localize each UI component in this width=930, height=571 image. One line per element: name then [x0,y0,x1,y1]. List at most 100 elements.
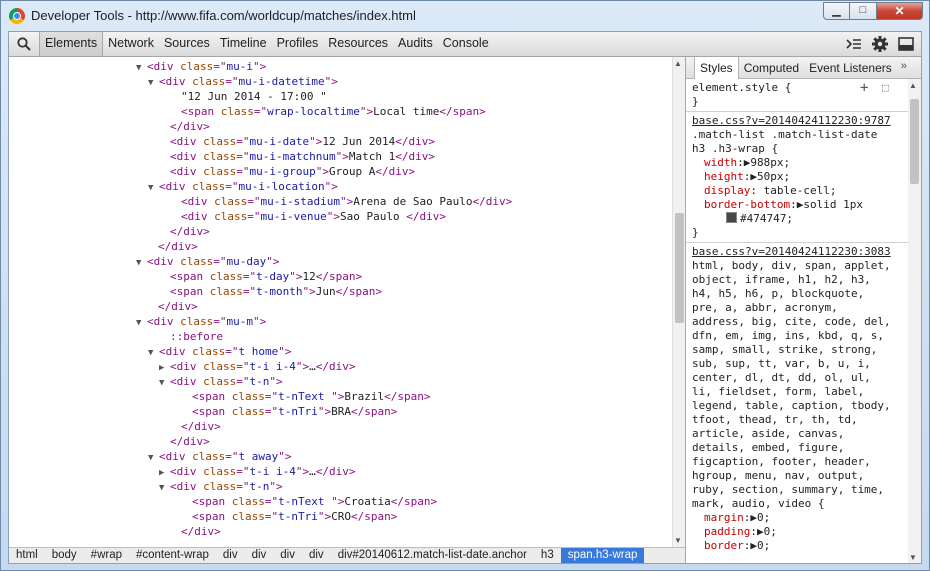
attr-value: t-nTri [278,405,318,418]
dom-node-row[interactable]: </div> [147,299,198,314]
more-tabs-icon[interactable]: » [897,57,911,78]
tab-resources[interactable]: Resources [323,32,393,56]
breadcrumb-item[interactable]: h3 [534,548,561,563]
toggle-element-state-icon[interactable]: ⬚ [882,81,889,95]
dom-node-row[interactable]: <span class="wrap-localtime">Local time<… [170,104,486,119]
breadcrumb-item[interactable]: div [302,548,331,563]
dock-icon[interactable] [897,35,915,53]
tab-timeline[interactable]: Timeline [215,32,272,56]
scroll-up-icon[interactable]: ▲ [909,81,917,90]
dom-node-row[interactable]: <span class="t-nText ">Brazil</span> [181,389,430,404]
tab-profiles[interactable]: Profiles [272,32,324,56]
scroll-up-icon[interactable]: ▲ [674,59,682,68]
tag-markup: "> [269,480,283,493]
tab-audits[interactable]: Audits [393,32,438,56]
color-swatch[interactable] [726,212,737,223]
dom-node-row[interactable]: </div> [159,434,210,449]
tab-sources[interactable]: Sources [159,32,215,56]
dom-node-row[interactable]: </div> [159,119,210,134]
tag-markup: =" [225,450,239,463]
dom-node-row[interactable]: <div class="mu-i-matchnum">Match 1</div> [159,149,435,164]
elements-scroll-thumb[interactable] [675,213,684,323]
sidebar-tab-styles[interactable]: Styles [694,57,739,79]
selector-text: hgroup, menu, nav, output, [692,469,865,482]
dom-node-row[interactable]: ::before [159,329,223,344]
dom-node-row[interactable]: <span class="t-nText ">Croatia</span> [181,494,437,509]
collapse-triangle-icon[interactable]: ▼ [136,61,147,76]
dom-node-row[interactable]: <span class="t-month">Jun</span> [159,284,382,299]
sidebar-tab-event-listeners[interactable]: Event Listeners [804,57,897,79]
elements-tree[interactable]: ▼ <div class="mu-i"> ▼ <div class="mu-i-dat… [9,57,672,547]
rule-selector: object, iframe, h1, h2, h3, [692,273,871,287]
breadcrumb-item[interactable]: html [9,548,45,563]
styles-scroll-thumb[interactable] [910,99,919,184]
text-node: Match 1 [348,150,396,163]
collapse-triangle-icon[interactable]: ▼ [136,256,147,271]
dom-node-row[interactable]: <span class="t-nTri">BRA</span> [181,404,397,419]
breadcrumb-item[interactable]: span.h3-wrap [560,548,645,563]
collapse-triangle-icon[interactable]: ▼ [148,76,159,91]
styles-pane[interactable]: element.style {+ ⬚} base.css?v=20140424112… [686,79,908,563]
attr-value: t home [238,345,279,358]
dom-node-row[interactable]: ▶ <div class="t-i i-4">…</div> [159,359,355,374]
breadcrumb-item[interactable]: body [45,548,84,563]
css-property: margin:▶0; [704,511,770,525]
breadcrumb-item[interactable]: div [245,548,274,563]
dom-node-row[interactable]: ▼ <div class="t-n"> [159,479,283,494]
breadcrumb-item[interactable]: #content-wrap [129,548,216,563]
collapse-triangle-icon[interactable]: ▼ [159,376,170,391]
breadcrumb-item[interactable]: #wrap [84,548,129,563]
tag-markup: <div [181,210,215,223]
collapse-triangle-icon[interactable]: ▼ [148,181,159,196]
dom-node-row[interactable]: <span class="t-day">12</span> [159,269,362,284]
tag-markup: </div> [315,360,356,373]
dom-node-row[interactable]: ▼ <div class="mu-m"> [136,314,266,329]
dom-node-row[interactable]: "12 Jun 2014 - 17:00 " [170,89,327,104]
execute-icon[interactable] [845,35,863,53]
close-button[interactable]: ✕ [877,2,923,20]
dom-node-row[interactable]: ▶ <div class="t-i i-4">…</div> [159,464,355,479]
text-node: Sao Paulo [339,210,407,223]
dom-node-row[interactable]: ▼ <div class="t home"> [148,344,292,359]
styles-scrollbar[interactable]: ▲ ▼ [908,79,921,563]
tab-console[interactable]: Console [438,32,494,56]
dom-node-row[interactable]: ▼ <div class="mu-i-location"> [148,179,338,194]
dom-node-row[interactable]: <div class="mu-i-group">Group A</div> [159,164,415,179]
add-rule-icon[interactable]: + [860,81,868,95]
dom-node-row[interactable]: ▼ <div class="t away"> [148,449,292,464]
property-name: margin [704,511,744,524]
sidebar-tab-computed[interactable]: Computed [739,57,804,79]
tab-network[interactable]: Network [103,32,159,56]
dom-node-row[interactable]: <div class="mu-i-stadium">Arena de Sao P… [170,194,512,209]
collapse-triangle-icon[interactable]: ▼ [159,481,170,496]
dom-node-row[interactable]: </div> [170,419,221,434]
attr-value: t-nTri [278,510,318,523]
maximize-button[interactable]: □ [850,2,877,20]
dom-node-row[interactable]: </div> [147,239,198,254]
minimize-button[interactable]: ▁ [823,2,850,20]
dom-node-row[interactable]: <div class="mu-i-venue">Sao Paulo </div> [170,209,446,224]
dom-node-row[interactable]: ▼ <div class="t-n"> [159,374,283,389]
attr-value: wrap-localtime [267,105,360,118]
tab-elements[interactable]: Elements [39,32,104,56]
elements-scrollbar[interactable]: ▲ ▼ [672,57,686,547]
gear-icon[interactable] [871,35,889,53]
scroll-down-icon[interactable]: ▼ [909,553,917,562]
collapse-triangle-icon[interactable]: ▼ [136,316,147,331]
breadcrumb-item[interactable]: div [273,548,302,563]
attr-name: class [231,495,265,508]
breadcrumb-item[interactable]: div#20140612.match-list-date.anchor [331,548,534,563]
dom-node-row[interactable]: </div> [170,524,221,539]
dom-node-row[interactable]: <span class="t-nTri">CRO</span> [181,509,397,524]
collapse-triangle-icon[interactable]: ▼ [148,451,159,466]
breadcrumb-item[interactable]: div [216,548,245,563]
collapse-triangle-icon[interactable]: ▼ [148,346,159,361]
dom-node-row[interactable]: </div> [159,224,210,239]
search-icon[interactable] [17,37,31,51]
scroll-down-icon[interactable]: ▼ [674,536,682,545]
dom-node-row[interactable]: ▼ <div class="mu-i-datetime"> [148,74,338,89]
dom-node-row[interactable]: ▼ <div class="mu-day"> [136,254,280,269]
dom-node-row[interactable]: ▼ <div class="mu-i"> [136,59,266,74]
dom-node-row[interactable]: <div class="mu-i-date">12 Jun 2014</div> [159,134,435,149]
selector-text: ruby, section, summary, time, [692,483,885,496]
